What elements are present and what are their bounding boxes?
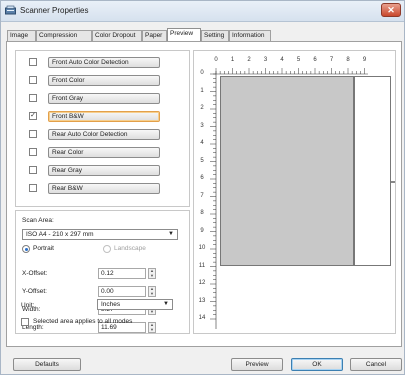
ruler-number-left: 3	[200, 122, 204, 129]
mode-checkbox[interactable]	[29, 58, 37, 66]
window-title: Scanner Properties	[20, 6, 89, 15]
portrait-radio[interactable]	[22, 245, 30, 253]
ruler-number-left: 7	[200, 192, 204, 199]
preview-tab-panel: Front Auto Color Detection Front Color F…	[6, 41, 402, 347]
ruler-number-top: 0	[214, 57, 218, 63]
ruler-number-left: 0	[200, 70, 204, 76]
scanned-page-preview	[220, 76, 354, 266]
ruler-number-left: 11	[198, 262, 206, 269]
tab-compression[interactable]: Compression	[36, 30, 92, 41]
mode-button-front-auto-color[interactable]: Front Auto Color Detection	[48, 57, 160, 68]
scan-area-label: Scan Area:	[22, 217, 54, 224]
ruler-number-left: 9	[200, 227, 204, 234]
mode-checkbox[interactable]	[29, 94, 37, 102]
spinner-arrows-icon: ▲▼	[150, 322, 154, 332]
scanner-icon	[5, 5, 16, 15]
scan-area-settings: Scan Area: ISO A4 - 210 x 297 mm ▼ Portr…	[15, 210, 190, 334]
tab-image[interactable]: Image	[7, 30, 36, 41]
blank-scan-bed	[354, 76, 391, 266]
close-icon: ✕	[387, 5, 395, 15]
ruler-number-top: 3	[263, 57, 268, 63]
preview-area[interactable]: 0123456789 0 1 2 3 4 5 6 7 8 9 10 11 12 13 14	[193, 50, 396, 334]
preview-button[interactable]: Preview	[231, 358, 283, 371]
unit-value: Inches	[101, 301, 121, 308]
ruler-number-top: 7	[329, 57, 334, 63]
ruler-number-left: 12	[198, 280, 206, 286]
spinner-arrows-icon: ▲▼	[150, 286, 154, 296]
ruler-number-top: 9	[362, 57, 367, 63]
ruler-number-top: 5	[296, 57, 301, 63]
ruler-number-left: 14	[198, 315, 206, 321]
landscape-label: Landscape	[114, 245, 146, 252]
ruler-number-left: 4	[200, 140, 204, 146]
unit-label: Unit:	[21, 302, 35, 309]
applies-all-label: Selected area applies to all modes	[33, 318, 133, 325]
ruler-number-top: 8	[346, 57, 350, 63]
mode-button-rear-color[interactable]: Rear Color	[48, 147, 160, 158]
x-offset-label: X-Offset:	[22, 270, 48, 277]
ruler-number-left: 6	[200, 175, 204, 181]
ruler-number-top: 4	[280, 57, 284, 63]
defaults-button[interactable]: Defaults	[13, 358, 81, 371]
mode-button-front-gray[interactable]: Front Gray	[48, 93, 160, 104]
ruler-number-left: 5	[200, 157, 204, 164]
tab-information[interactable]: Information	[229, 30, 271, 41]
mode-checkbox[interactable]	[29, 166, 37, 174]
ruler-number-left: 1	[200, 87, 204, 94]
ruler-number-top: 2	[247, 57, 251, 63]
scanner-properties-window: Scanner Properties ✕ Image Compression C…	[0, 0, 405, 375]
mode-button-rear-gray[interactable]: Rear Gray	[48, 165, 160, 176]
mode-checkbox[interactable]	[29, 130, 37, 138]
x-offset-spinner[interactable]: ▲ ▼	[148, 268, 156, 279]
ok-button[interactable]: OK	[291, 358, 343, 371]
chevron-down-icon: ▼	[168, 231, 174, 237]
tab-color-dropout[interactable]: Color Dropout	[92, 30, 142, 41]
tab-preview[interactable]: Preview	[167, 28, 201, 41]
ruler-number-left: 8	[200, 210, 204, 216]
ruler-number-top: 1	[230, 57, 235, 63]
checkmark-icon: ✓	[30, 112, 36, 119]
chevron-down-icon: ▼	[163, 301, 169, 307]
mode-checkbox[interactable]	[29, 184, 37, 192]
title-bar: Scanner Properties ✕	[1, 1, 404, 22]
scan-area-select[interactable]: ISO A4 - 210 x 297 mm ▼	[22, 229, 178, 240]
y-offset-label: Y-Offset:	[22, 288, 47, 295]
ruler-number-left: 13	[198, 297, 206, 304]
mode-button-front-bw[interactable]: Front B&W	[48, 111, 160, 122]
scan-area-value: ISO A4 - 210 x 297 mm	[26, 231, 94, 238]
mode-button-rear-auto-color[interactable]: Rear Auto Color Detection	[48, 129, 160, 140]
ruler-number-left: 10	[198, 245, 206, 251]
mode-checkbox[interactable]	[29, 148, 37, 156]
x-offset-field[interactable]: 0.12	[98, 268, 146, 279]
mode-button-rear-bw[interactable]: Rear B&W	[48, 183, 160, 194]
ruler-number-left: 2	[200, 105, 204, 111]
y-offset-spinner[interactable]: ▲ ▼	[148, 286, 156, 297]
landscape-radio[interactable]	[103, 245, 111, 253]
applies-all-checkbox[interactable]	[21, 318, 29, 326]
y-offset-field[interactable]: 0.00	[98, 286, 146, 297]
close-button[interactable]: ✕	[381, 3, 401, 17]
cancel-button[interactable]: Cancel	[350, 358, 402, 371]
length-spinner[interactable]: ▲ ▼	[148, 322, 156, 333]
mode-button-front-color[interactable]: Front Color	[48, 75, 160, 86]
tab-setting[interactable]: Setting	[201, 30, 229, 41]
unit-select[interactable]: Inches ▼	[97, 299, 173, 310]
spinner-arrows-icon: ▲▼	[150, 268, 154, 278]
portrait-label: Portrait	[33, 245, 54, 252]
scan-mode-list: Front Auto Color Detection Front Color F…	[15, 50, 190, 207]
ruler-number-top: 6	[313, 57, 317, 63]
mode-checkbox-checked[interactable]: ✓	[29, 112, 37, 120]
mode-checkbox[interactable]	[29, 76, 37, 84]
tab-paper[interactable]: Paper	[142, 30, 167, 41]
